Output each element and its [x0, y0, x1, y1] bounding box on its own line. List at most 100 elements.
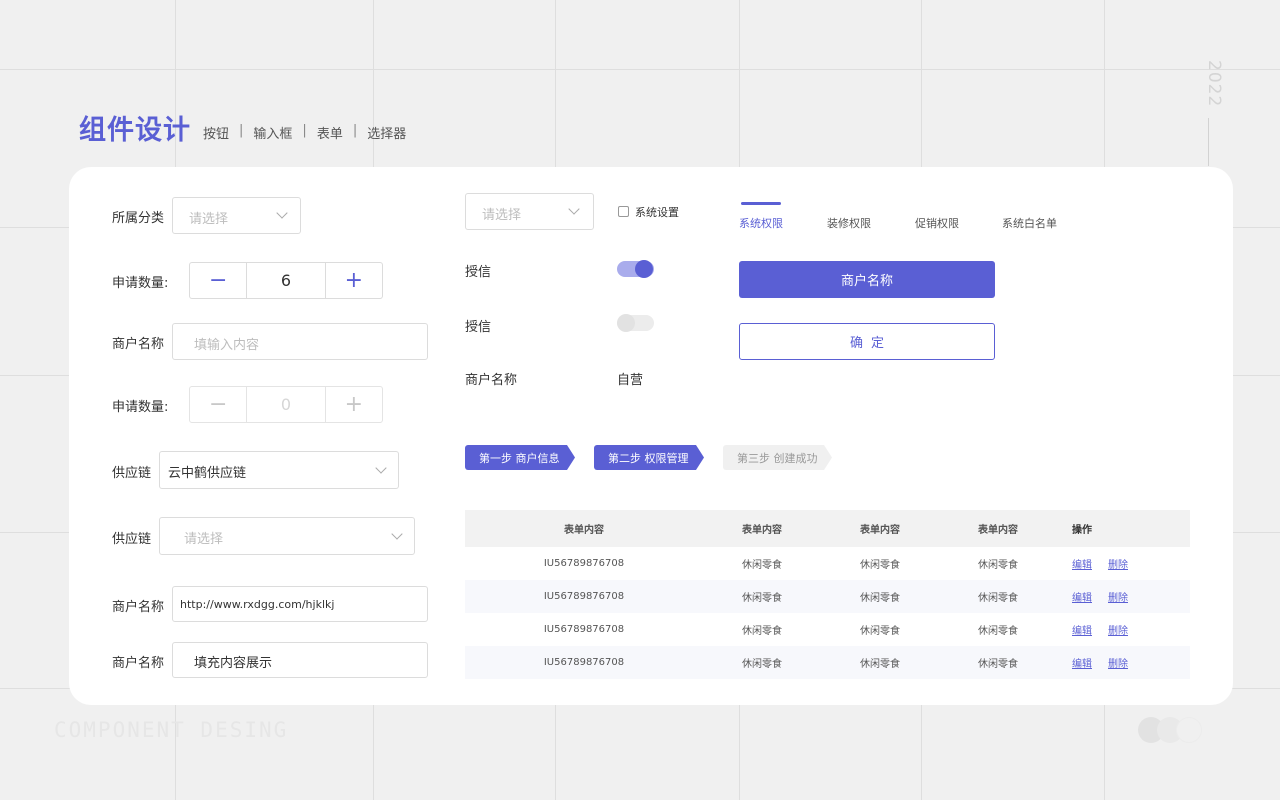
subnav-item-input[interactable]: 输入框 — [253, 123, 292, 142]
plus-button[interactable]: + — [326, 263, 382, 298]
year-divider — [1208, 118, 1209, 166]
edit-link[interactable]: 编辑 — [1072, 655, 1092, 670]
merchant-url-value: http://www.rxdgg.com/hjklkj — [180, 598, 335, 611]
category-select[interactable]: 请选择 — [172, 197, 301, 234]
delete-link[interactable]: 删除 — [1108, 556, 1128, 571]
minus-button-disabled[interactable]: − — [190, 387, 246, 422]
table-header-cell: 表单内容 — [978, 525, 1018, 536]
step-2[interactable]: 第二步 权限管理 — [594, 445, 704, 470]
chevron-down-icon — [276, 207, 288, 219]
table-actions: 编辑 删除 — [1057, 589, 1190, 604]
table-cell: 休闲零食 — [978, 659, 1018, 670]
category-label: 所属分类 — [112, 211, 165, 226]
table-cell: 休闲零食 — [860, 593, 900, 604]
quantity-value[interactable]: 6 — [246, 263, 326, 298]
supply-chain-select[interactable]: 云中鹤供应链 — [159, 451, 399, 489]
qty1-label: 申请数量: — [112, 276, 169, 291]
system-settings-checkbox[interactable] — [618, 206, 629, 217]
decorative-dot — [1176, 717, 1202, 743]
table-header-cell: 操作 — [1072, 525, 1092, 536]
merchant-filled-value: 填充内容展示 — [194, 656, 273, 671]
qty2-label: 申请数量: — [112, 400, 169, 415]
table-actions: 编辑 删除 — [1057, 556, 1190, 571]
delete-link[interactable]: 删除 — [1108, 589, 1128, 604]
merchant-type-label: 商户名称 — [465, 373, 518, 388]
edit-link[interactable]: 编辑 — [1072, 622, 1092, 637]
subnav-item-form[interactable]: 表单 — [317, 123, 343, 142]
chevron-down-icon — [391, 528, 403, 540]
table-header-cell: 表单内容 — [564, 525, 604, 536]
minus-button[interactable]: − — [190, 263, 246, 298]
merchant2-label: 商户名称 — [112, 600, 165, 615]
merchant-name-input[interactable]: 填输入内容 — [172, 323, 428, 360]
middle-select[interactable]: 请选择 — [465, 193, 594, 230]
supply-chain-value: 云中鹤供应链 — [168, 466, 247, 481]
table-cell: 休闲零食 — [860, 659, 900, 670]
step-1[interactable]: 第一步 商户信息 — [465, 445, 575, 470]
merchant-name-placeholder: 填输入内容 — [194, 338, 260, 353]
merchant3-label: 商户名称 — [112, 656, 165, 671]
page-title: 组件设计 — [79, 115, 191, 146]
table-row: IU56789876708 休闲零食 休闲零食 休闲零食 编辑 删除 — [465, 646, 1190, 679]
table-cell: 休闲零食 — [978, 560, 1018, 571]
table-actions: 编辑 删除 — [1057, 622, 1190, 637]
title-subnav: 按钮 | 输入框 | 表单 | 选择器 — [203, 123, 407, 142]
plus-button-disabled[interactable]: + — [326, 387, 382, 422]
data-table: 表单内容 表单内容 表单内容 表单内容 操作 IU56789876708 休闲零… — [465, 510, 1190, 679]
credit-toggle-on[interactable] — [617, 260, 654, 278]
merchant1-label: 商户名称 — [112, 337, 165, 352]
supply-chain-select-empty[interactable]: 请选择 — [159, 517, 415, 555]
supply-chain-placeholder: 请选择 — [184, 532, 224, 547]
tab-decoration-permission[interactable]: 装修权限 — [827, 215, 871, 231]
delete-link[interactable]: 删除 — [1108, 622, 1128, 637]
merchant-name-button[interactable]: 商户名称 — [739, 261, 995, 298]
subnav-item-button[interactable]: 按钮 — [203, 123, 229, 142]
merchant-filled-input[interactable]: 填充内容展示 — [172, 642, 428, 678]
table-cell: 休闲零食 — [978, 626, 1018, 637]
table-header-row: 表单内容 表单内容 表单内容 表单内容 操作 — [465, 510, 1190, 547]
table-header-cell: 表单内容 — [742, 525, 782, 536]
supply2-label: 供应链 — [112, 532, 152, 547]
edit-link[interactable]: 编辑 — [1072, 556, 1092, 571]
chevron-down-icon — [375, 462, 387, 474]
table-actions: 编辑 删除 — [1057, 655, 1190, 670]
quantity-stepper-disabled[interactable]: − 0 + — [189, 386, 383, 423]
table-cell: 休闲零食 — [742, 659, 782, 670]
middle-select-placeholder: 请选择 — [482, 208, 522, 223]
category-placeholder: 请选择 — [189, 212, 229, 227]
table-cell: 休闲零食 — [742, 593, 782, 604]
supply1-label: 供应链 — [112, 466, 152, 481]
merchant-url-input[interactable]: http://www.rxdgg.com/hjklkj — [172, 586, 428, 622]
table-cell: 休闲零食 — [742, 560, 782, 571]
system-settings-label: 系统设置 — [635, 206, 679, 219]
table-cell: 休闲零食 — [978, 593, 1018, 604]
subnav-item-selector[interactable]: 选择器 — [367, 123, 406, 142]
table-row: IU56789876708 休闲零食 休闲零食 休闲零食 编辑 删除 — [465, 547, 1190, 580]
quantity-stepper[interactable]: − 6 + — [189, 262, 383, 299]
step-3[interactable]: 第三步 创建成功 — [723, 445, 832, 470]
table-header-cell: 表单内容 — [860, 525, 900, 536]
tab-promotion-permission[interactable]: 促销权限 — [915, 215, 959, 231]
table-cell: 休闲零食 — [860, 560, 900, 571]
year-label: 2022 — [1204, 60, 1224, 108]
credit-label-1: 授信 — [465, 265, 492, 280]
tab-system-permission[interactable]: 系统权限 — [739, 215, 783, 231]
table-cell: 休闲零食 — [860, 626, 900, 637]
table-cell: IU56789876708 — [543, 624, 625, 635]
confirm-button[interactable]: 确定 — [739, 323, 995, 360]
table-cell: 休闲零食 — [742, 626, 782, 637]
credit-toggle-off[interactable] — [617, 314, 654, 332]
chevron-down-icon — [568, 203, 580, 215]
table-row: IU56789876708 休闲零食 休闲零食 休闲零食 编辑 删除 — [465, 613, 1190, 646]
quantity-value-disabled[interactable]: 0 — [246, 387, 326, 422]
edit-link[interactable]: 编辑 — [1072, 589, 1092, 604]
table-cell: IU56789876708 — [543, 591, 625, 602]
toggle-knob — [617, 314, 635, 332]
table-row: IU56789876708 休闲零食 休闲零食 休闲零食 编辑 删除 — [465, 580, 1190, 613]
active-tab-indicator — [741, 202, 781, 205]
delete-link[interactable]: 删除 — [1108, 655, 1128, 670]
tab-system-whitelist[interactable]: 系统白名单 — [1002, 215, 1057, 231]
table-cell: IU56789876708 — [543, 558, 625, 569]
table-cell: IU56789876708 — [543, 657, 625, 668]
credit-label-2: 授信 — [465, 320, 492, 335]
